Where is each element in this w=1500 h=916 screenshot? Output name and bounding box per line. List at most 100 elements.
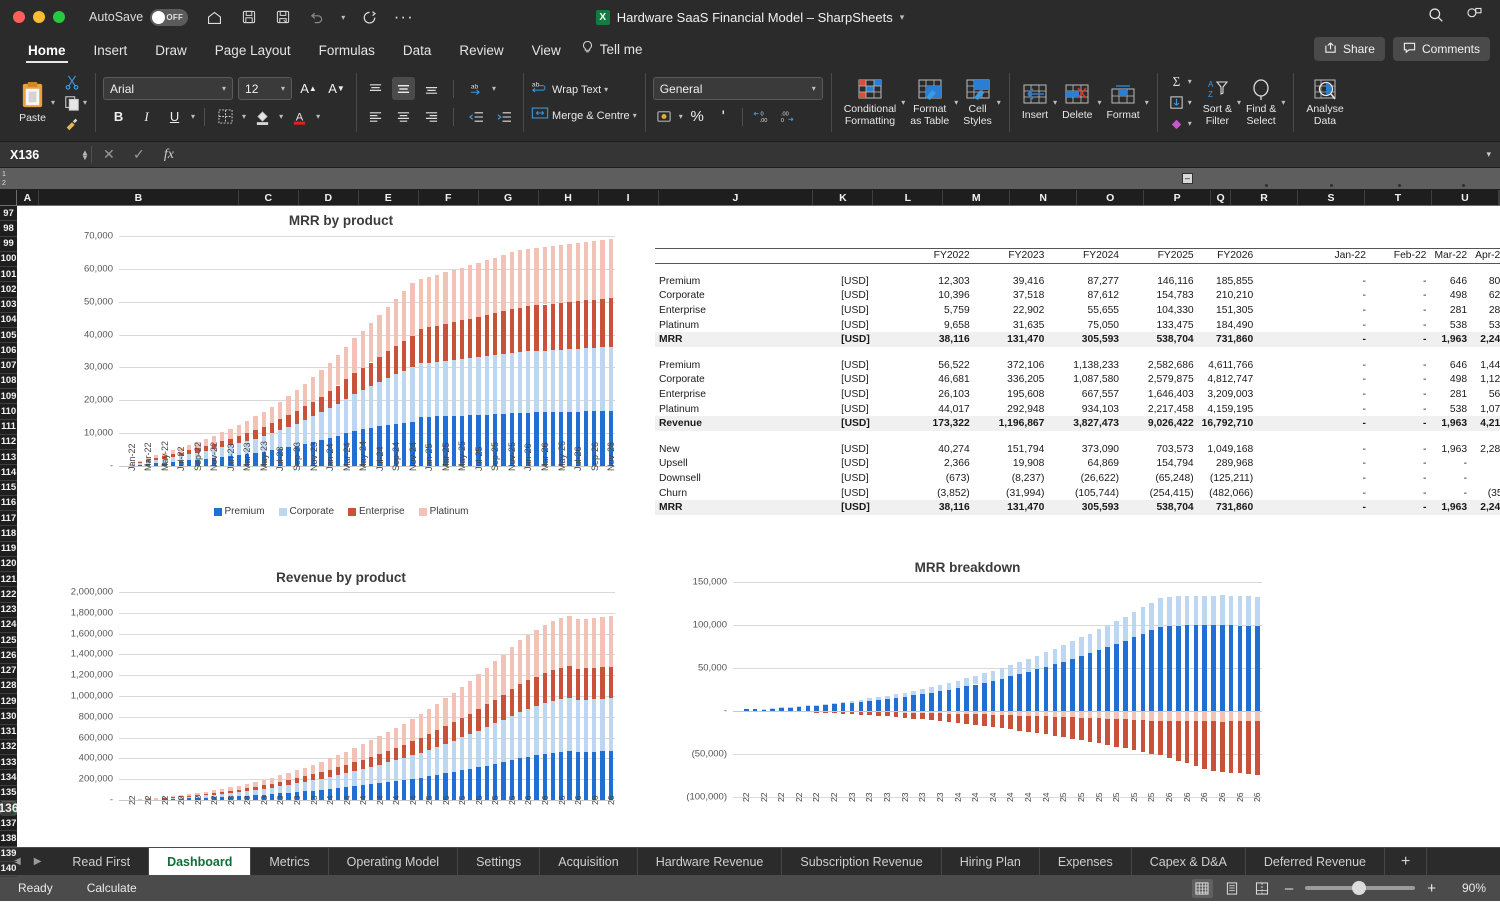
column-header-G[interactable]: G bbox=[479, 190, 539, 205]
autosum-dropdown-icon[interactable]: ▾ bbox=[1188, 77, 1192, 86]
column-header-M[interactable]: M bbox=[943, 190, 1011, 205]
table-row[interactable]: Platinum [USD] 44,017 292,948 934,103 2,217,4… bbox=[655, 402, 1500, 417]
zoom-slider[interactable] bbox=[1305, 881, 1416, 895]
bold-button[interactable]: B bbox=[107, 105, 130, 128]
align-bottom-button[interactable] bbox=[420, 77, 443, 100]
ribbon-tab-insert[interactable]: Insert bbox=[80, 43, 142, 64]
chart-revenue-by-product[interactable]: Revenue by product - 200,000 400,000 600,00… bbox=[31, 564, 651, 847]
row-header-114[interactable]: 114 bbox=[0, 465, 17, 481]
italic-button[interactable]: I bbox=[135, 105, 158, 128]
insert-function-button[interactable]: fx bbox=[154, 147, 184, 163]
row-header-103[interactable]: 103 bbox=[0, 298, 17, 313]
table-row[interactable]: Upsell [USD] 2,366 19,908 64,869 154,794 289,9… bbox=[655, 457, 1500, 472]
table-row[interactable]: Enterprise [USD] 5,759 22,902 55,655 104,330 1… bbox=[655, 303, 1500, 318]
table-row[interactable]: New [USD] 40,274 151,794 373,090 703,573 1,049… bbox=[655, 442, 1500, 457]
row-header-106[interactable]: 106 bbox=[0, 343, 17, 359]
row-header-122[interactable]: 122 bbox=[0, 587, 17, 603]
column-header-S[interactable]: S bbox=[1298, 190, 1365, 205]
row-header-112[interactable]: 112 bbox=[0, 435, 17, 450]
column-header-P[interactable]: P bbox=[1144, 190, 1212, 205]
paste-button[interactable]: Paste bbox=[14, 79, 51, 126]
align-top-button[interactable] bbox=[364, 77, 387, 100]
row-header-97[interactable]: 97 bbox=[0, 206, 17, 222]
more-commands-icon[interactable]: ··· bbox=[394, 7, 413, 27]
ribbon-tab-formulas[interactable]: Formulas bbox=[305, 43, 389, 64]
row-header-132[interactable]: 132 bbox=[0, 740, 17, 755]
row-header-100[interactable]: 100 bbox=[0, 252, 17, 267]
wrap-text-dropdown-icon[interactable]: ▾ bbox=[604, 85, 608, 94]
column-header-E[interactable]: E bbox=[359, 190, 419, 205]
format-dropdown-icon[interactable]: ▾ bbox=[1145, 98, 1149, 107]
fill-color-button[interactable] bbox=[251, 105, 274, 128]
copy-dropdown-icon[interactable]: ▾ bbox=[83, 98, 87, 107]
column-header-row[interactable]: A B C D E F G H I J K L M N O P Q R S T … bbox=[0, 190, 1500, 206]
row-header-135[interactable]: 135 bbox=[0, 786, 17, 801]
row-header-107[interactable]: 107 bbox=[0, 359, 17, 374]
row-header-121[interactable]: 121 bbox=[0, 572, 17, 588]
outline-level-numbers[interactable]: 1 2 bbox=[0, 170, 17, 188]
table-row[interactable]: Enterprise [USD] 26,103 195,608 667,557 1,646… bbox=[655, 387, 1500, 402]
sheet-tab-dashboard[interactable]: Dashboard bbox=[149, 848, 252, 875]
column-header-F[interactable]: F bbox=[419, 190, 479, 205]
accounting-format-button[interactable] bbox=[653, 105, 676, 128]
zoom-level-label[interactable]: 90% bbox=[1448, 881, 1486, 895]
autosave-control[interactable]: AutoSave OFF bbox=[89, 8, 189, 26]
fill-button[interactable]: ▾ bbox=[1168, 95, 1192, 111]
save-as-icon[interactable] bbox=[273, 8, 292, 27]
sheet-tab-settings[interactable]: Settings bbox=[458, 848, 541, 875]
autosum-button[interactable]: Σ ▾ bbox=[1168, 74, 1192, 90]
column-header-Q[interactable]: Q bbox=[1211, 190, 1232, 205]
fill-dropdown-icon[interactable]: ▾ bbox=[1188, 98, 1192, 107]
name-box[interactable]: X136 bbox=[0, 148, 75, 162]
column-header-K[interactable]: K bbox=[813, 190, 874, 205]
worksheet-canvas[interactable]: MRR by product - 10,000 20,000 30,000 40,000… bbox=[17, 206, 1500, 847]
table-row[interactable]: Premium [USD] 12,303 39,416 87,277 146,116 185… bbox=[655, 274, 1500, 289]
row-header-124[interactable]: 124 bbox=[0, 618, 17, 633]
row-header-129[interactable]: 129 bbox=[0, 694, 17, 710]
row-header-117[interactable]: 117 bbox=[0, 511, 17, 527]
decrease-font-size-button[interactable]: A ▼ bbox=[325, 77, 348, 100]
font-color-dropdown-icon[interactable]: ▾ bbox=[316, 112, 320, 121]
outline-collapse-button[interactable]: – bbox=[1182, 173, 1193, 184]
row-header-101[interactable]: 101 bbox=[0, 267, 17, 283]
row-header-134[interactable]: 134 bbox=[0, 770, 17, 786]
column-header-H[interactable]: H bbox=[539, 190, 599, 205]
ribbon-tab-draw[interactable]: Draw bbox=[141, 43, 201, 64]
cell-styles-dropdown-icon[interactable]: ▾ bbox=[997, 98, 1001, 107]
column-header-D[interactable]: D bbox=[299, 190, 359, 205]
cancel-entry-button[interactable]: ✕ bbox=[94, 146, 124, 163]
increase-decimal-button[interactable]: 0.00 bbox=[750, 105, 773, 128]
minimize-window-button[interactable] bbox=[33, 11, 45, 23]
home-icon[interactable] bbox=[205, 8, 224, 27]
page-break-preview-icon[interactable] bbox=[1252, 879, 1273, 898]
copy-button[interactable]: ▾ bbox=[64, 95, 87, 111]
borders-dropdown-icon[interactable]: ▾ bbox=[242, 112, 246, 121]
format-as-table-button[interactable]: Format as Table bbox=[905, 76, 954, 129]
comments-button[interactable]: Comments bbox=[1392, 37, 1490, 61]
comma-style-button[interactable]: ' bbox=[712, 105, 735, 128]
row-header-98[interactable]: 98 bbox=[0, 221, 17, 237]
save-icon[interactable] bbox=[239, 8, 258, 27]
borders-button[interactable] bbox=[214, 105, 237, 128]
add-sheet-button[interactable]: + bbox=[1385, 848, 1428, 875]
row-header-140[interactable]: 140 bbox=[0, 862, 17, 877]
row-header-113[interactable]: 113 bbox=[0, 450, 17, 466]
financial-summary-table[interactable]: FY2022 FY2023 FY2024 FY2025 FY2026 Jan-22 Feb-… bbox=[655, 248, 1500, 515]
font-name-select[interactable]: Arial ▾ bbox=[103, 77, 234, 100]
align-middle-button[interactable] bbox=[392, 77, 416, 100]
percent-style-button[interactable]: % bbox=[686, 105, 709, 128]
row-header-118[interactable]: 118 bbox=[0, 526, 17, 542]
row-header-column[interactable]: 97 98 99 100 101 102 103 104 105 106 107 108 109 110 1… bbox=[0, 206, 19, 877]
increase-indent-button[interactable] bbox=[492, 105, 515, 128]
column-header-I[interactable]: I bbox=[599, 190, 659, 205]
expand-formula-bar-button[interactable]: ▾ bbox=[1486, 149, 1500, 160]
ribbon-tab-review[interactable]: Review bbox=[445, 43, 517, 64]
font-color-button[interactable]: A bbox=[288, 105, 311, 128]
row-header-130[interactable]: 130 bbox=[0, 709, 17, 725]
row-header-105[interactable]: 105 bbox=[0, 328, 17, 344]
title-dropdown-icon[interactable]: ▾ bbox=[900, 12, 905, 23]
column-header-T[interactable]: T bbox=[1365, 190, 1432, 205]
column-header-R[interactable]: R bbox=[1231, 190, 1299, 205]
column-header-N[interactable]: N bbox=[1010, 190, 1078, 205]
name-box-spinner[interactable]: ▲ ▼ bbox=[81, 148, 89, 161]
